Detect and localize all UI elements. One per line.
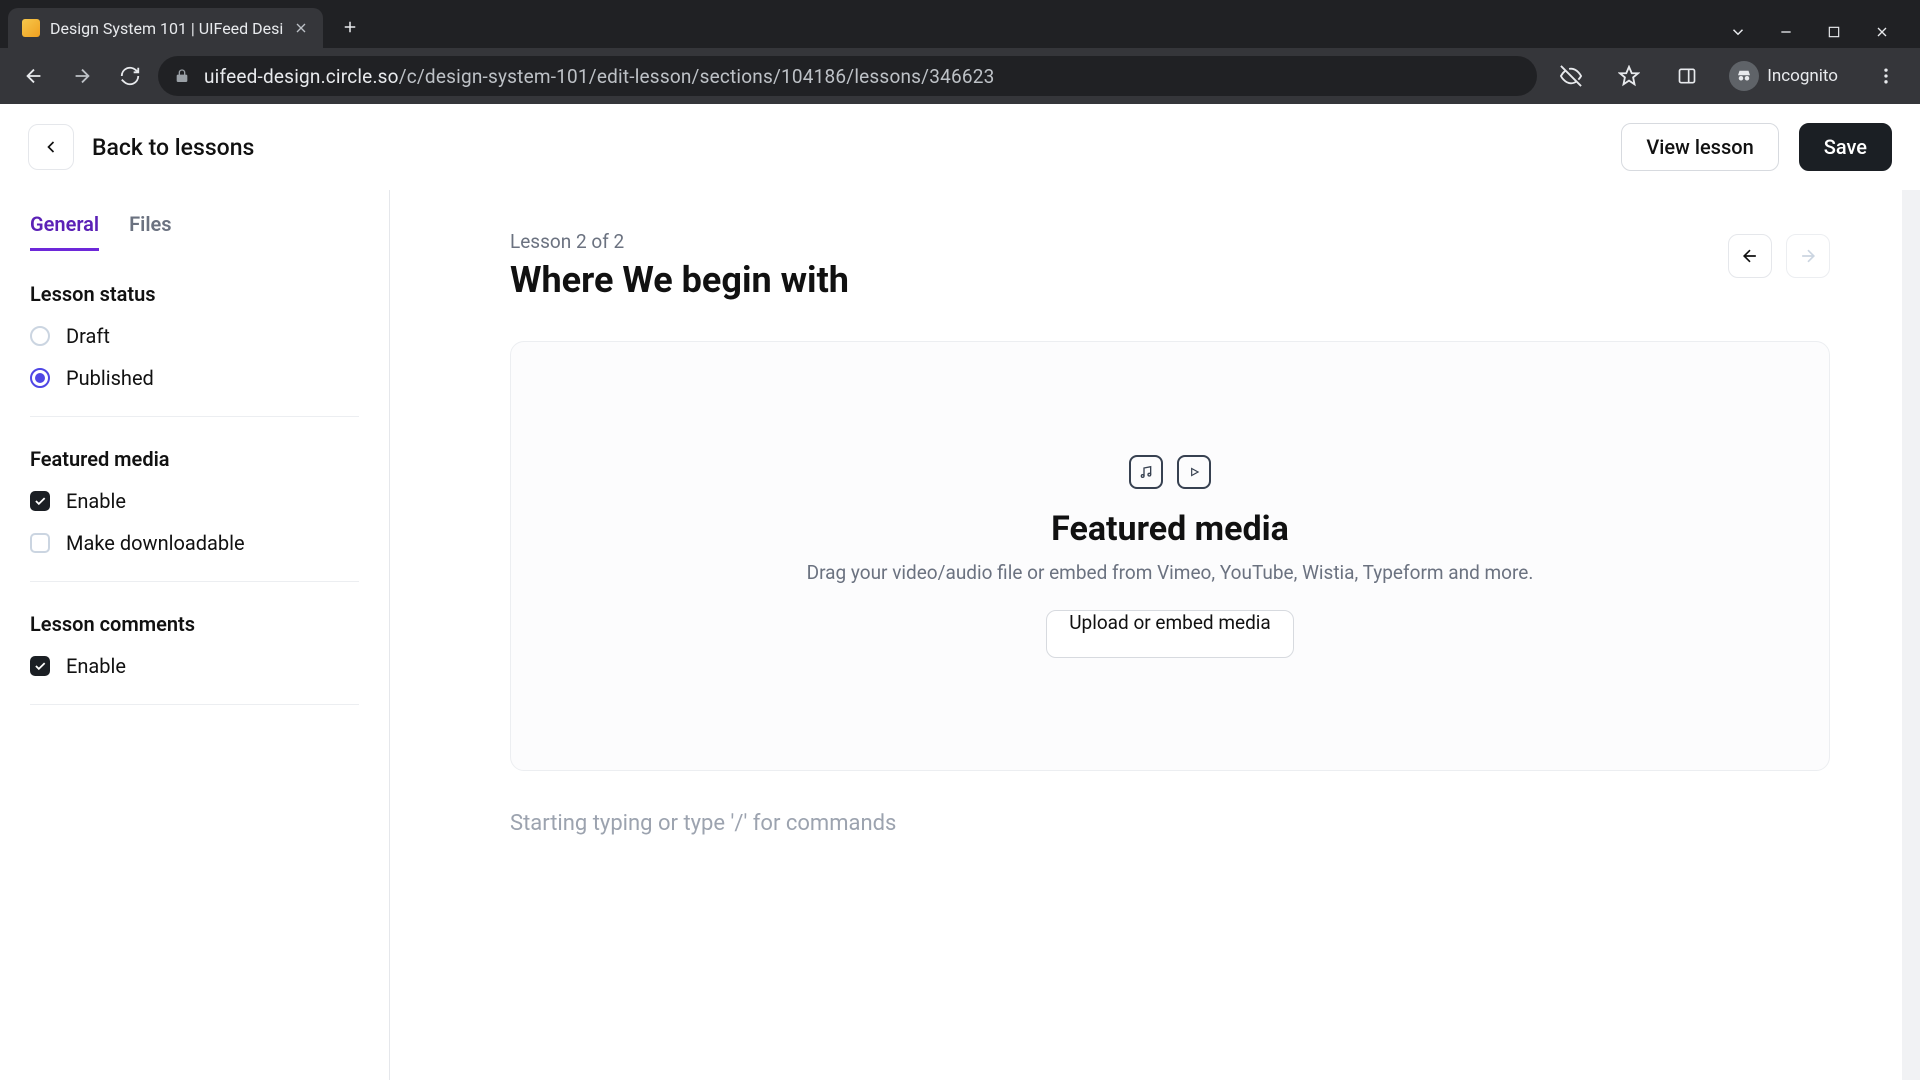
tab-general[interactable]: General	[30, 212, 99, 251]
window-controls	[1728, 22, 1912, 48]
featured-enable-row[interactable]: Enable	[30, 489, 359, 513]
divider	[30, 416, 359, 417]
checkbox-featured-enable[interactable]	[30, 491, 50, 511]
pager-next-button	[1786, 234, 1830, 278]
toolbar-right: Incognito	[1545, 56, 1906, 96]
maximize-icon[interactable]	[1824, 22, 1844, 42]
editor-input[interactable]: Starting typing or type '/' for commands	[510, 811, 1830, 836]
header-actions: View lesson Save	[1621, 123, 1892, 171]
tabs-dropdown-icon[interactable]	[1728, 22, 1748, 42]
view-lesson-button[interactable]: View lesson	[1621, 123, 1778, 171]
window-close-icon[interactable]	[1872, 22, 1892, 42]
featured-media-card[interactable]: Featured media Drag your video/audio fil…	[510, 341, 1830, 771]
comments-enable-row[interactable]: Enable	[30, 654, 359, 678]
url-text: uifeed-design.circle.so/c/design-system-…	[204, 65, 995, 88]
upload-media-button[interactable]: Upload or embed media	[1046, 610, 1294, 658]
tab-strip: Design System 101 | UIFeed Desi	[0, 0, 1920, 48]
back-label: Back to lessons	[92, 134, 254, 161]
radio-draft-label: Draft	[66, 324, 110, 348]
minimize-icon[interactable]	[1776, 22, 1796, 42]
address-bar: uifeed-design.circle.so/c/design-system-…	[0, 48, 1920, 104]
incognito-chip[interactable]: Incognito	[1725, 57, 1848, 95]
tab-title: Design System 101 | UIFeed Desi	[50, 19, 283, 38]
featured-media-title: Featured media	[30, 447, 359, 471]
lesson-status-title: Lesson status	[30, 282, 359, 306]
radio-published[interactable]	[30, 368, 50, 388]
browser-tab[interactable]: Design System 101 | UIFeed Desi	[8, 8, 323, 48]
sidebar-tabs: General Files	[30, 212, 359, 252]
reload-button[interactable]	[110, 56, 150, 96]
comments-title: Lesson comments	[30, 612, 359, 636]
tab-files[interactable]: Files	[129, 212, 171, 251]
app-root: Back to lessons View lesson Save General…	[0, 104, 1920, 1080]
featured-enable-label: Enable	[66, 489, 126, 513]
sidebar: General Files Lesson status Draft Publis…	[0, 190, 390, 1080]
close-icon[interactable]	[293, 20, 309, 36]
video-icon	[1177, 455, 1211, 489]
lesson-pager	[1728, 234, 1830, 278]
side-panel-icon[interactable]	[1667, 56, 1707, 96]
main-content: Lesson 2 of 2 Where We begin with Featur…	[390, 190, 1920, 1080]
back-button[interactable]	[28, 124, 74, 170]
comments-enable-label: Enable	[66, 654, 126, 678]
nav-back-button[interactable]	[14, 56, 54, 96]
radio-draft[interactable]	[30, 326, 50, 346]
status-draft-row[interactable]: Draft	[30, 324, 359, 348]
divider	[30, 581, 359, 582]
star-icon[interactable]	[1609, 56, 1649, 96]
lesson-title[interactable]: Where We begin with	[510, 259, 1830, 301]
new-tab-button[interactable]	[333, 10, 367, 44]
media-icons	[1129, 455, 1211, 489]
scrollbar[interactable]	[1902, 190, 1920, 1080]
radio-published-label: Published	[66, 366, 154, 390]
featured-downloadable-label: Make downloadable	[66, 531, 245, 555]
audio-icon	[1129, 455, 1163, 489]
media-card-subtitle: Drag your video/audio file or embed from…	[807, 561, 1534, 584]
nav-forward-button[interactable]	[62, 56, 102, 96]
incognito-icon	[1729, 61, 1759, 91]
browser-chrome: Design System 101 | UIFeed Desi uifeed-d…	[0, 0, 1920, 104]
favicon	[22, 19, 40, 37]
app-body: General Files Lesson status Draft Publis…	[0, 190, 1920, 1080]
checkbox-downloadable[interactable]	[30, 533, 50, 553]
divider	[30, 704, 359, 705]
save-button[interactable]: Save	[1799, 123, 1892, 171]
checkbox-comments-enable[interactable]	[30, 656, 50, 676]
kebab-menu-icon[interactable]	[1866, 56, 1906, 96]
pager-prev-button[interactable]	[1728, 234, 1772, 278]
status-published-row[interactable]: Published	[30, 366, 359, 390]
eye-off-icon[interactable]	[1551, 56, 1591, 96]
media-card-title: Featured media	[1051, 509, 1289, 549]
lock-icon	[174, 68, 190, 84]
incognito-label: Incognito	[1767, 66, 1838, 86]
app-header: Back to lessons View lesson Save	[0, 104, 1920, 190]
featured-downloadable-row[interactable]: Make downloadable	[30, 531, 359, 555]
lesson-meta: Lesson 2 of 2	[510, 230, 1830, 253]
url-field[interactable]: uifeed-design.circle.so/c/design-system-…	[158, 56, 1537, 96]
